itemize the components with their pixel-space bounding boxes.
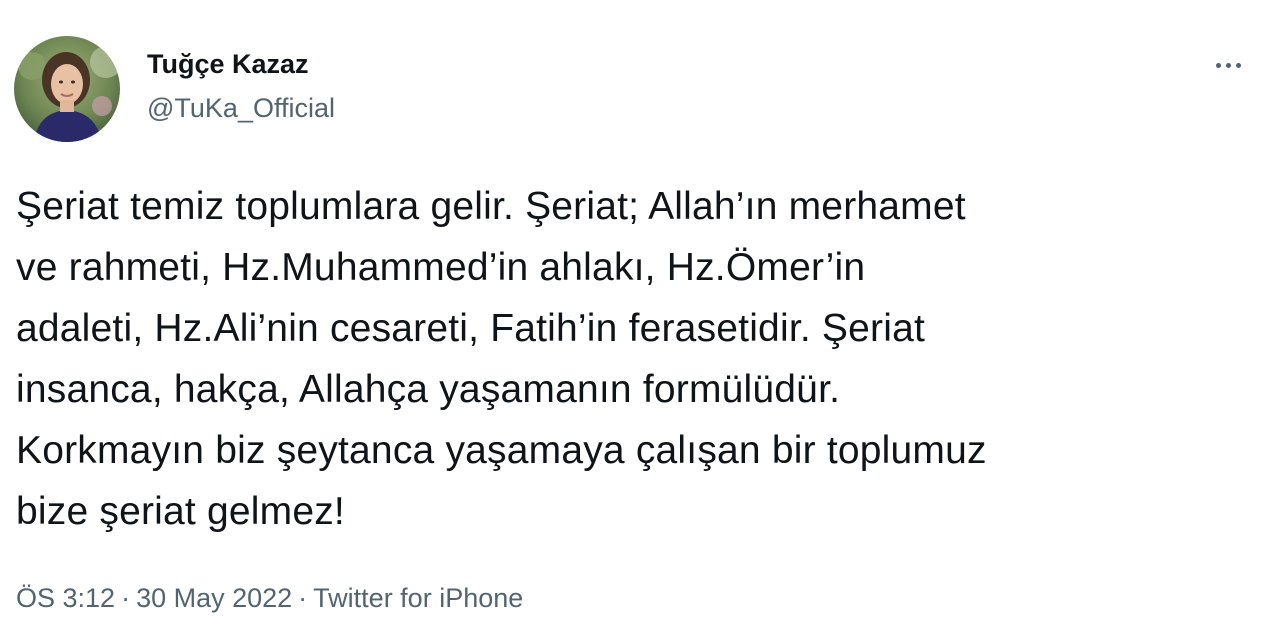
- more-options-button[interactable]: [1206, 52, 1250, 78]
- author-display-name[interactable]: Tuğçe Kazaz: [147, 46, 335, 82]
- meta-separator: ·: [298, 583, 308, 613]
- tweet-text: Şeriat temiz toplumlara gelir. Şeriat; A…: [16, 176, 1266, 542]
- tweet-text-line: Korkmayın biz şeytanca yaşamaya çalışan …: [16, 429, 987, 472]
- tweet-text-line: bize şeriat gelmez!: [16, 490, 345, 533]
- tweet-date[interactable]: 30 May 2022: [136, 583, 292, 613]
- more-horizontal-icon-dot: [1225, 62, 1231, 68]
- meta-separator: ·: [121, 583, 131, 613]
- author-block: Tuğçe Kazaz @TuKa_Official: [147, 46, 335, 126]
- tweet-metadata: ÖS 3:12 · 30 May 2022 · Twitter for iPhone: [16, 580, 523, 616]
- tweet-time[interactable]: ÖS 3:12: [16, 583, 115, 613]
- avatar[interactable]: [14, 36, 120, 142]
- tweet-card: Tuğçe Kazaz @TuKa_Official Şeriat temiz …: [0, 0, 1280, 630]
- more-horizontal-icon-dot: [1235, 62, 1241, 68]
- more-horizontal-icon: [1215, 62, 1221, 68]
- author-handle[interactable]: @TuKa_Official: [147, 90, 335, 126]
- tweet-text-line: insanca, hakça, Allahça yaşamanın formül…: [16, 368, 841, 411]
- tweet-text-line: adaleti, Hz.Ali’nin cesareti, Fatih’in f…: [16, 307, 925, 350]
- tweet-text-line: Şeriat temiz toplumlara gelir. Şeriat; A…: [16, 185, 966, 228]
- avatar-photo: [14, 36, 120, 142]
- tweet-source[interactable]: Twitter for iPhone: [313, 583, 523, 613]
- tweet-text-line: ve rahmeti, Hz.Muhammed’in ahlakı, Hz.Öm…: [16, 246, 866, 289]
